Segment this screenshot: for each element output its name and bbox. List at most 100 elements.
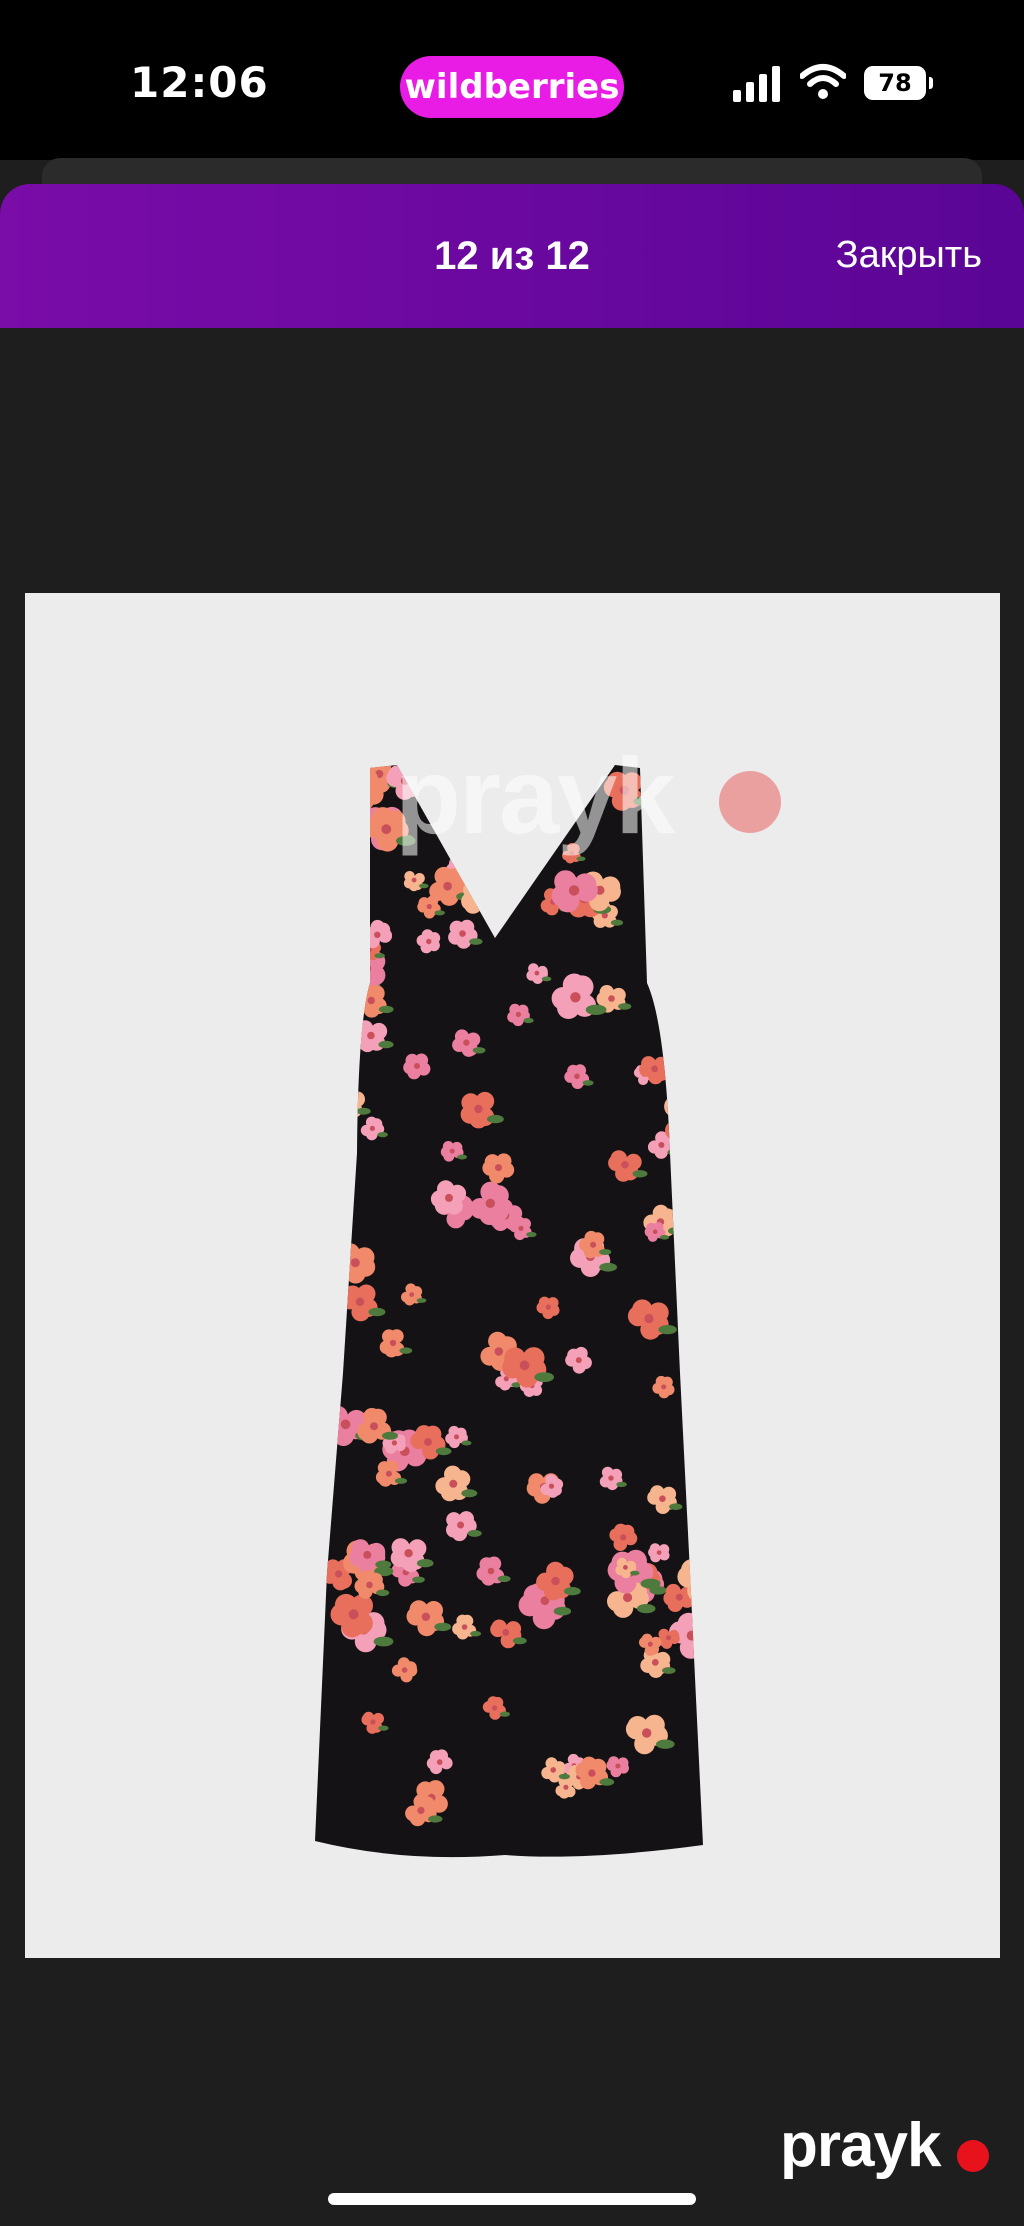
flower-center (474, 1104, 483, 1114)
flower-petal (343, 1006, 356, 1019)
flower-petal (346, 836, 359, 849)
flower-leaf (416, 1298, 427, 1303)
flower-petal (347, 924, 363, 939)
flower-center (424, 1438, 432, 1446)
flower-petal (336, 925, 352, 940)
flower-center (449, 1148, 455, 1154)
flower-petal (315, 1160, 321, 1178)
flower-petal (697, 1212, 703, 1236)
flower-center (548, 1483, 555, 1489)
flower-leaf (382, 1431, 398, 1440)
flower-center (443, 881, 452, 891)
flower-petal (478, 892, 496, 910)
flower-petal (354, 788, 367, 801)
flower-petal (358, 964, 372, 979)
flower-petal (692, 1628, 703, 1651)
flower-petal (668, 931, 682, 946)
flower-petal (337, 835, 350, 848)
flower-center (659, 1495, 666, 1502)
flower-center (340, 1009, 346, 1016)
flower-leaf (523, 1017, 534, 1024)
flower-center (367, 996, 375, 1005)
flower-center (367, 1031, 375, 1040)
flower-leaf (457, 1154, 468, 1160)
flower-center (621, 1161, 629, 1169)
status-time: 12:06 (130, 58, 269, 107)
flower-petal (687, 885, 703, 902)
home-indicator[interactable] (328, 2193, 696, 2205)
flower-petal (690, 1210, 703, 1234)
flower-petal (551, 1478, 564, 1490)
flower-center (457, 1521, 465, 1529)
product-image[interactable]: prayk (25, 593, 1000, 1958)
flower-center (695, 1573, 703, 1584)
flower-center (348, 1609, 359, 1620)
flower-center (404, 1549, 413, 1558)
flower-petal (334, 841, 347, 855)
flower-petal (323, 1049, 341, 1066)
flower-leaf (487, 1114, 504, 1124)
flower-petal (355, 780, 368, 793)
flower-center (436, 1759, 443, 1765)
flower-petal (683, 1126, 703, 1146)
flower-petal (652, 889, 672, 909)
flower-petal (367, 1542, 386, 1561)
flower-petal (685, 775, 697, 787)
flower-leaf (325, 1167, 342, 1176)
flower-center (459, 930, 466, 937)
flower-petal (345, 959, 366, 981)
flower-leaf (656, 1739, 675, 1749)
flower-petal (347, 790, 360, 803)
flower-leaf (710, 1586, 730, 1596)
flower-leaf (553, 1606, 572, 1616)
flower-petal (325, 789, 349, 813)
flower-petal (683, 1097, 703, 1120)
flower-petal (476, 881, 495, 900)
flower-petal (342, 1004, 355, 1017)
flower-center (642, 1728, 652, 1738)
close-button[interactable]: Закрыть (836, 234, 982, 277)
flower-petal (686, 769, 698, 781)
flower-center (590, 1241, 597, 1248)
flower-center (545, 1304, 552, 1310)
flower-center (551, 1576, 560, 1586)
flower-petal (323, 1034, 341, 1052)
flower-petal (315, 1143, 326, 1161)
flower-leaf (563, 1587, 581, 1596)
flower-petal (330, 1006, 343, 1019)
flower-leaf (541, 976, 552, 982)
flower-center (363, 1550, 372, 1559)
flower-center (391, 1440, 397, 1446)
flower-leaf (373, 1636, 394, 1647)
flower-leaf (469, 938, 483, 945)
app-pill[interactable]: wildberries (400, 56, 624, 118)
flower-leaf (434, 910, 445, 916)
flower-petal (373, 765, 392, 774)
flower-petal (681, 925, 696, 940)
corner-watermark-dot (957, 2140, 989, 2172)
flower-petal (342, 775, 364, 797)
flower-leaf (636, 1604, 656, 1614)
flower-petal (664, 1095, 686, 1118)
flower-center (688, 777, 696, 785)
viewer-header: 12 из 12 Закрыть (0, 184, 1024, 328)
flower-center (644, 1313, 654, 1324)
flower-center (651, 1065, 658, 1073)
flower-leaf (356, 1107, 371, 1115)
flower-leaf (340, 818, 361, 829)
flower-petal (336, 1013, 349, 1025)
flower-center (358, 975, 365, 982)
flower-center (401, 1667, 408, 1673)
flower-center (322, 1009, 333, 1019)
corner-watermark-text: prayk (780, 2111, 941, 2180)
flower-leaf (419, 883, 429, 889)
flower-petal (326, 1297, 342, 1314)
flower-leaf (378, 1725, 389, 1731)
flower-leaf (695, 1107, 703, 1118)
flower-center (340, 1419, 351, 1430)
flower-petal (321, 1046, 338, 1064)
flower-center (683, 1120, 692, 1128)
flower-petal (693, 1234, 703, 1258)
flower-petal (318, 1153, 337, 1172)
flower-petal (322, 992, 344, 1015)
